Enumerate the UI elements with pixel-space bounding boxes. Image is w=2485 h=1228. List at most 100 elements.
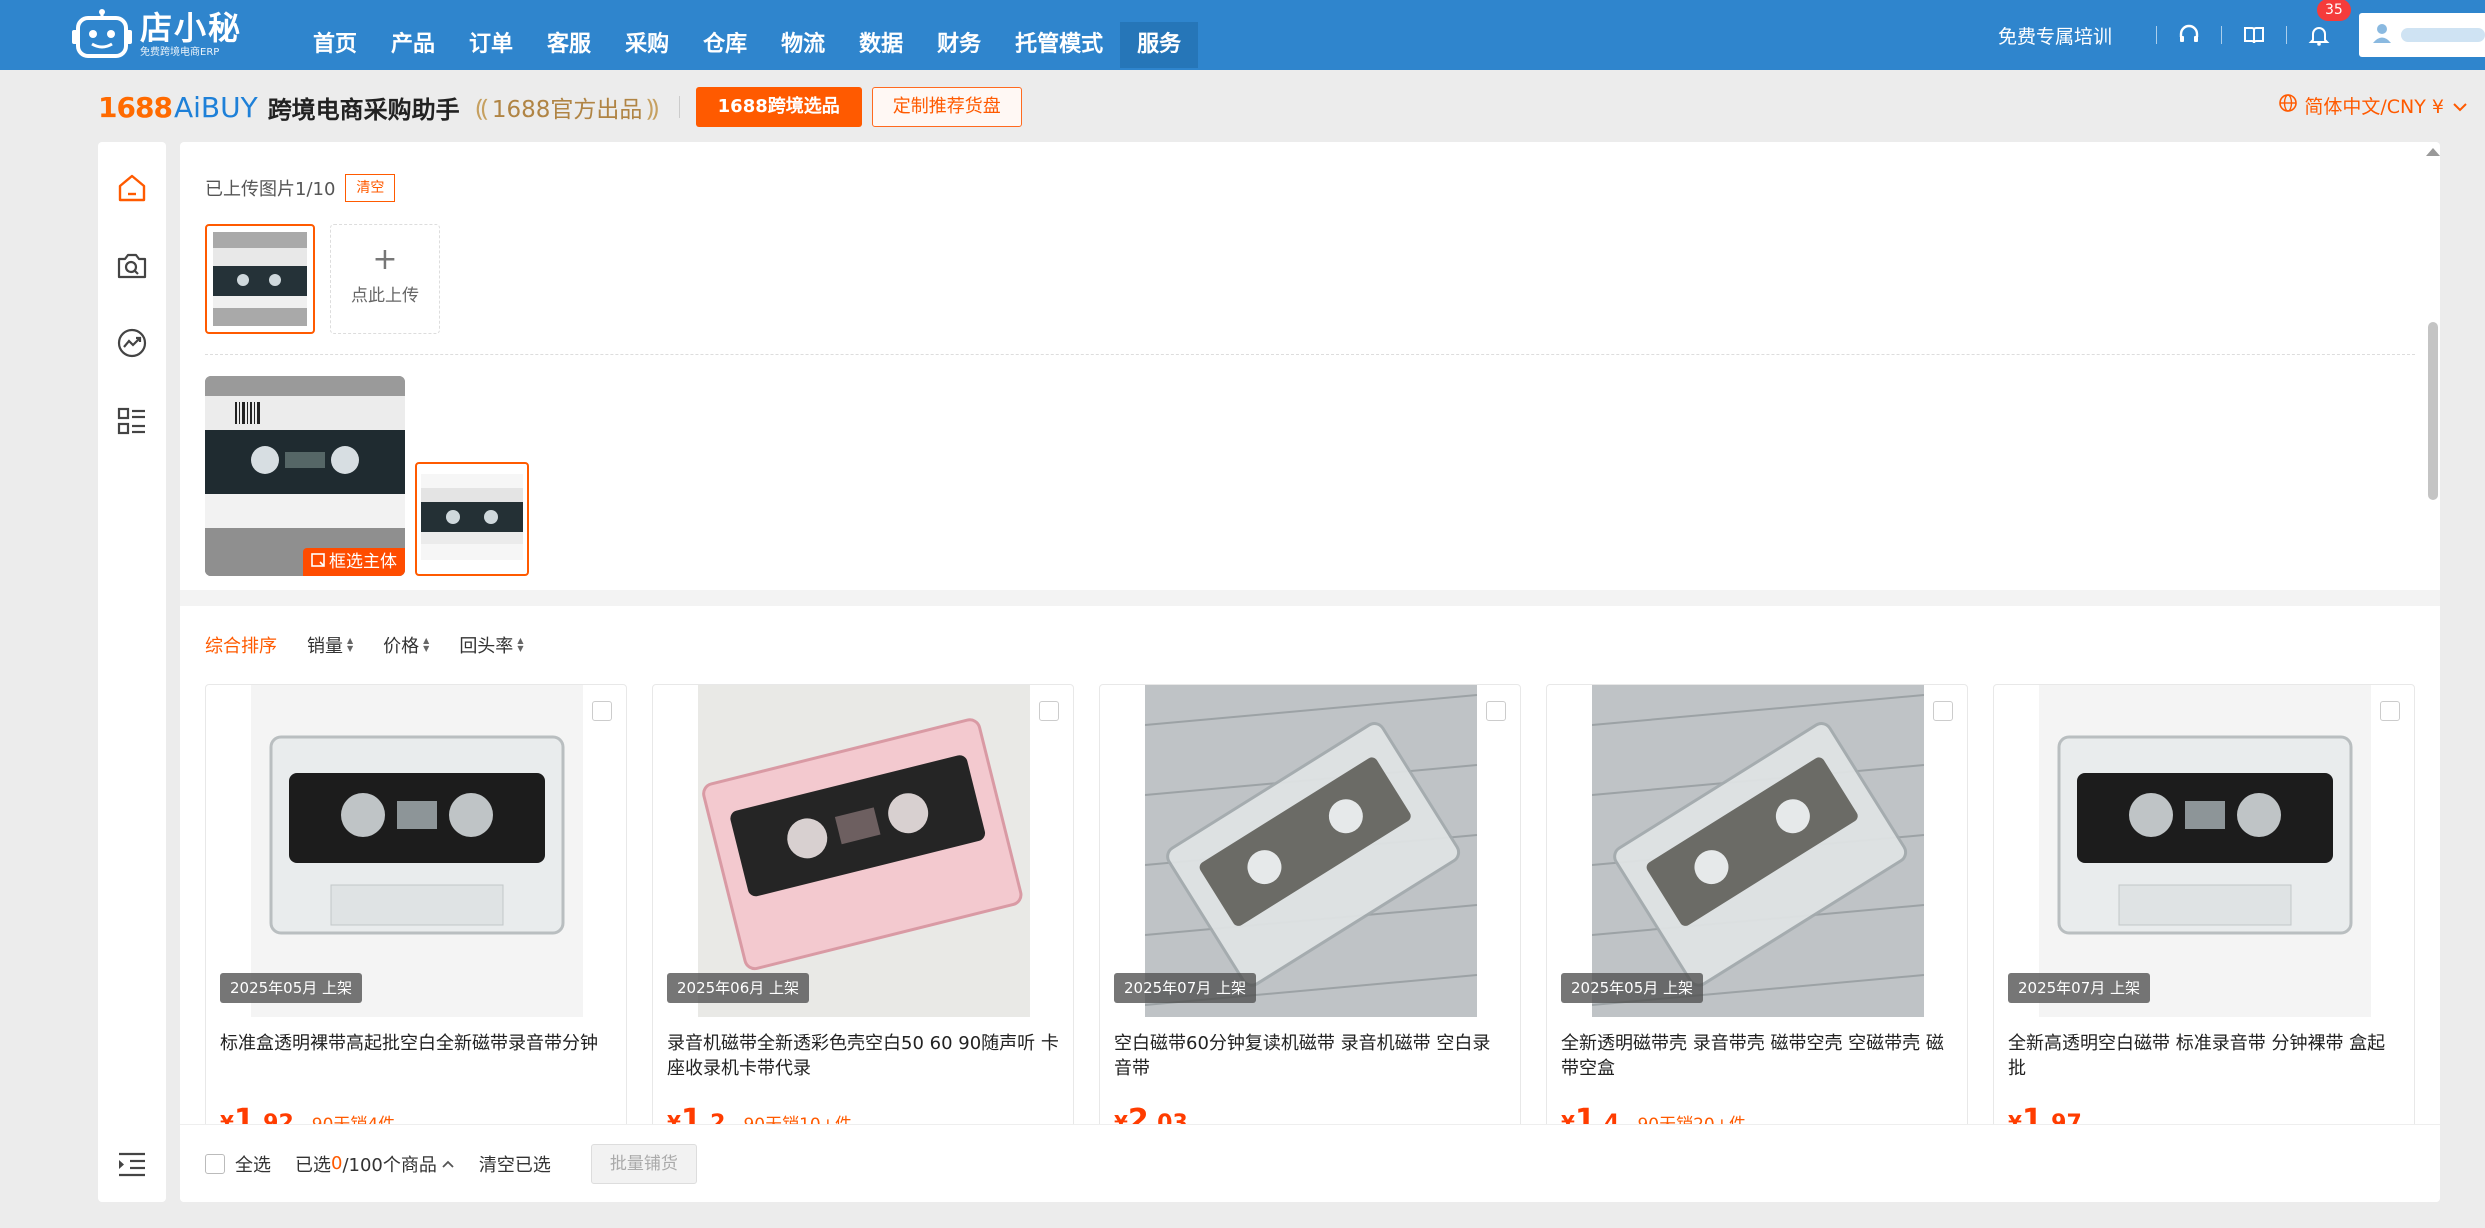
select-subject-label: 框选主体 [329,552,397,572]
nav-item-0[interactable]: 首页 [296,0,374,70]
product-card[interactable]: 2025年05月 上架标准盒透明裸带高起批空白全新磁带录音带分钟¥1.9290天… [205,684,627,1154]
main-menu: 首页 产品 订单 客服 采购 仓库 物流 数据 财务 托管模式 服务 [296,0,1199,70]
sort-label: 价格 [383,636,420,657]
chevron-down-icon [2452,95,2468,117]
book-icon[interactable] [2242,23,2266,47]
globe-icon [2278,93,2298,118]
product-title[interactable]: 录音机磁带全新透彩色壳空白50 60 90随声听 卡座收录机卡带代录 [667,1031,1059,1081]
robot-logo-icon [72,8,132,62]
clear-images-button[interactable]: 清空 [345,174,396,202]
sort-label: 销量 [307,636,343,657]
sort-option-1[interactable]: 销量 ▲ ▼ [307,632,353,658]
nav-item-1[interactable]: 产品 [374,0,452,70]
cross-border-selection-button[interactable]: 1688跨境选品 [695,87,862,127]
nav-item-10[interactable]: 服务 [1120,22,1199,68]
select-all-label[interactable]: 全选 [235,1151,271,1177]
sort-option-3[interactable]: 回头率 ▲ ▼ [459,632,523,658]
product-card[interactable]: 2025年06月 上架录音机磁带全新透彩色壳空白50 60 90随声听 卡座收录… [652,684,1074,1154]
product-card[interactable]: 2025年07月 上架空白磁带60分钟复读机磁带 录音机磁带 空白录音带¥2.0… [1099,684,1521,1154]
sort-bar: 综合排序 销量 ▲ ▼ 价格 ▲ ▼ 回头率 ▲ ▼ [205,632,553,658]
listing-date-badge: 2025年07月 上架 [1114,973,1257,1003]
camera-search-icon[interactable] [115,249,149,283]
user-avatar-icon [2371,22,2393,48]
product-card[interactable]: 2025年05月 上架 全新透明磁带壳 录音带壳 磁带空壳 空磁带壳 磁带空盒 ¥1… [1546,684,1968,1154]
uploaded-count-label: 已上传图片1/10 [205,179,336,200]
official-badge: ⸨ 1688官方出品 ⸩ [472,90,663,124]
batch-list-button[interactable]: 批量铺货 [590,1143,697,1184]
product-checkbox[interactable] [1039,701,1059,721]
product-title[interactable]: 全新透明磁带壳 录音带壳 磁带空壳 空磁带壳 磁带空盒 [1561,1031,1953,1081]
home-icon[interactable] [115,171,149,205]
nav-item-4[interactable]: 采购 [608,0,686,70]
notification-badge: 35 [2317,0,2351,21]
language-currency-selector[interactable]: 简体中文/CNY ¥ [2278,92,2468,119]
sort-option-0[interactable]: 综合排序 [205,632,277,658]
product-title[interactable]: 空白磁带60分钟复读机磁带 录音机磁带 空白录音带 [1114,1031,1506,1081]
listing-date-badge: 2025年06月 上架 [667,973,810,1003]
listing-date-badge: 2025年05月 上架 [1561,973,1704,1003]
bell-icon[interactable]: 35 [2307,0,2351,47]
search-image-preview[interactable]: 框选主体 [205,376,405,576]
product-image[interactable] [1592,685,1924,1017]
product-checkbox[interactable] [1486,701,1506,721]
list-icon[interactable] [115,404,149,438]
product-title[interactable]: 全新高透明空白磁带 标准录音带 分钟裸带 盒起批 [2008,1031,2400,1081]
sort-label: 回头率 [459,636,514,657]
upload-label: 点此上传 [351,286,419,306]
user-name-blurred [2401,28,2485,42]
uploaded-image-thumb[interactable] [205,224,315,334]
sort-arrows-icon: ▲ ▼ [423,636,430,653]
product-image[interactable] [698,685,1030,1017]
nav-item-2[interactable]: 订单 [452,0,530,70]
section-divider [180,590,2440,606]
divider [678,96,680,118]
nav-divider [2156,26,2157,44]
product-card[interactable]: 2025年07月 上架全新高透明空白磁带 标准录音带 分钟裸带 盒起批¥1.97 [1993,684,2415,1154]
select-subject-button[interactable]: 框选主体 [303,548,405,576]
vertical-scrollbar-thumb[interactable] [2428,322,2438,500]
product-checkbox[interactable] [1933,701,1953,721]
nav-item-9[interactable]: 托管模式 [998,0,1120,70]
product-checkbox[interactable] [2380,701,2400,721]
detected-subject-thumb[interactable] [415,462,529,576]
aibuy-header: 1688 AiBUY 跨境电商采购助手 ⸨ 1688官方出品 ⸩ 1688跨境选… [98,84,2468,130]
collapse-icon[interactable] [115,1148,149,1182]
clear-selected-link[interactable]: 清空已选 [479,1151,551,1177]
scroll-up-arrow-icon[interactable] [2426,148,2440,156]
selected-count[interactable]: 已选 0 /100个商品 [295,1151,455,1177]
main-panel: 已上传图片1/10 清空 + 点此上传 框选主体 综合排序 销量 ▲ ▼ 价格 … [180,142,2440,1202]
user-menu[interactable] [2359,13,2485,57]
free-training-link[interactable]: 免费专属培训 [1998,22,2112,49]
product-image[interactable] [251,685,583,1017]
bulk-action-bar: 全选 已选 0 /100个商品 清空已选 批量铺货 [180,1124,2440,1202]
select-all-checkbox[interactable] [205,1153,225,1174]
nav-item-8[interactable]: 财务 [920,0,998,70]
uploaded-images-bar: 已上传图片1/10 清空 [205,174,396,202]
logo-name: 店小秘 [140,9,243,47]
product-title[interactable]: 标准盒透明裸带高起批空白全新磁带录音带分钟 [220,1031,612,1056]
laurel-left-icon: ⸨ [475,93,488,122]
crop-icon [311,548,325,576]
nav-item-5[interactable]: 仓库 [686,0,764,70]
app-logo[interactable]: 店小秘 免费跨境电商ERP [72,6,242,64]
upload-image-button[interactable]: + 点此上传 [330,224,440,334]
nav-item-6[interactable]: 物流 [764,0,842,70]
nav-divider [2286,26,2287,44]
laurel-right-icon: ⸩ [646,93,659,122]
sort-label: 综合排序 [205,636,277,657]
selected-prefix: 已选 [295,1154,331,1176]
headset-icon[interactable] [2177,23,2201,47]
brand-title: 跨境电商采购助手 [267,95,460,124]
plus-icon: + [372,242,398,277]
brand-aibuy: AiBUY [173,90,258,124]
custom-recommend-button[interactable]: 定制推荐货盘 [871,87,1022,127]
language-label: 简体中文/CNY ¥ [2304,96,2444,118]
listing-date-badge: 2025年07月 上架 [2008,973,2151,1003]
nav-item-3[interactable]: 客服 [530,0,608,70]
nav-item-7[interactable]: 数据 [842,0,920,70]
trend-icon[interactable] [115,326,149,360]
product-image[interactable] [1145,685,1477,1017]
product-image[interactable] [2039,685,2371,1017]
product-checkbox[interactable] [592,701,612,721]
sort-option-2[interactable]: 价格 ▲ ▼ [383,632,429,658]
